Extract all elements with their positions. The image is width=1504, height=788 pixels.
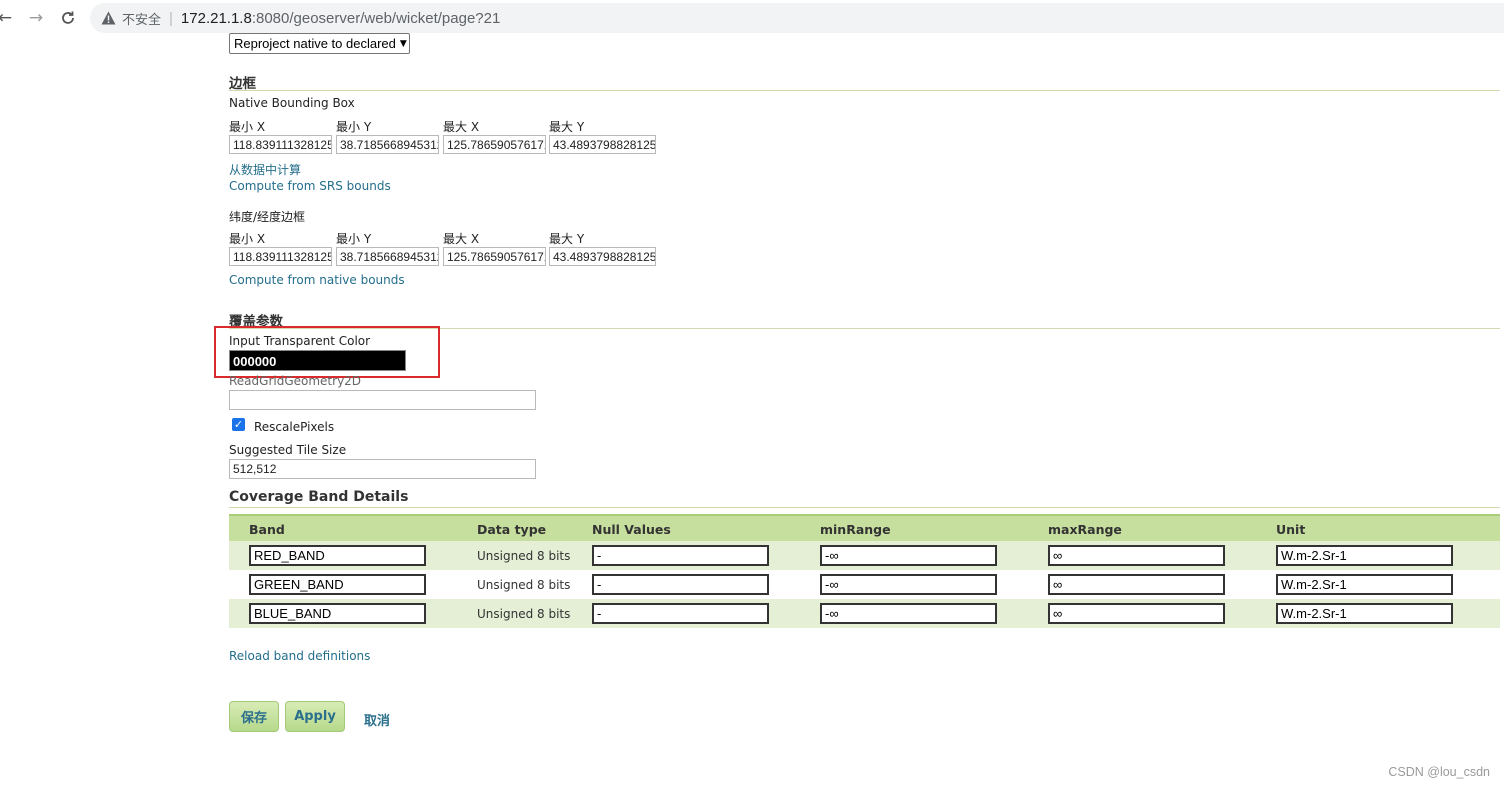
band-details-divider [229, 507, 1500, 508]
check-icon: ✓ [233, 418, 244, 431]
header-data-type: Data type [477, 522, 547, 537]
native-maxy-label: 最大 Y [549, 120, 585, 134]
data-type-cell: Unsigned 8 bits [477, 578, 571, 592]
table-row: RED_BAND Unsigned 8 bits - -∞ ∞ W.m-2.Sr… [229, 541, 1500, 570]
apply-button[interactable]: Apply [285, 701, 345, 732]
native-maxy-input[interactable]: 43.4893798828125 [549, 135, 656, 154]
url-text: 172.21.1.8:8080/geoserver/web/wicket/pag… [180, 9, 501, 27]
save-button[interactable]: 保存 [229, 701, 279, 732]
latlon-maxy-label: 最大 Y [549, 232, 585, 246]
header-band: Band [249, 522, 285, 537]
header-max-range: maxRange [1048, 522, 1122, 537]
header-unit: Unit [1276, 522, 1306, 537]
table-row: GREEN_BAND Unsigned 8 bits - -∞ ∞ W.m-2.… [229, 570, 1500, 599]
data-type-cell: Unsigned 8 bits [477, 549, 571, 563]
native-bbox-label: Native Bounding Box [229, 96, 355, 110]
latlon-miny-label: 最小 Y [336, 232, 372, 246]
band-name-input[interactable]: GREEN_BAND [249, 574, 426, 595]
unit-input[interactable]: W.m-2.Sr-1 [1276, 545, 1453, 566]
latlon-bbox-label: 纬度/经度边框 [229, 210, 306, 224]
latlon-maxx-input[interactable]: 125.7865905761719 [443, 247, 546, 266]
compute-from-data-link[interactable]: 从数据中计算 [229, 161, 301, 178]
warning-icon[interactable] [100, 10, 116, 26]
null-values-input[interactable]: - [592, 574, 769, 595]
watermark: CSDN @lou_csdn [1388, 765, 1490, 779]
native-maxx-label: 最大 X [443, 120, 480, 134]
max-range-input[interactable]: ∞ [1048, 574, 1225, 595]
compute-from-native-link[interactable]: Compute from native bounds [229, 273, 405, 287]
header-null-values: Null Values [592, 522, 671, 537]
min-range-input[interactable]: -∞ [820, 545, 997, 566]
srs-handling-select[interactable]: Reproject native to declared ▼ [229, 33, 410, 54]
latlon-maxy-input[interactable]: 43.4893798828125 [549, 247, 656, 266]
bounds-heading: 边框 [229, 76, 256, 92]
header-min-range: minRange [820, 522, 891, 537]
reload-band-definitions-link[interactable]: Reload band definitions [229, 649, 370, 663]
native-miny-label: 最小 Y [336, 120, 372, 134]
latlon-maxx-label: 最大 X [443, 232, 480, 246]
null-values-input[interactable]: - [592, 545, 769, 566]
data-type-cell: Unsigned 8 bits [477, 607, 571, 621]
cancel-link[interactable]: 取消 [364, 710, 390, 729]
latlon-minx-label: 最小 X [229, 232, 266, 246]
rescale-label: RescalePixels [254, 420, 335, 434]
tile-size-label: Suggested Tile Size [229, 443, 347, 457]
max-range-input[interactable]: ∞ [1048, 603, 1225, 624]
table-row: BLUE_BAND Unsigned 8 bits - -∞ ∞ W.m-2.S… [229, 599, 1500, 628]
latlon-miny-input[interactable]: 38.7185668945312 [336, 247, 439, 266]
forward-arrow-icon[interactable]: → [25, 7, 47, 29]
readgrid-label: ReadGridGeometry2D [229, 374, 362, 388]
band-name-input[interactable]: BLUE_BAND [249, 603, 426, 624]
unit-input[interactable]: W.m-2.Sr-1 [1276, 603, 1453, 624]
unit-input[interactable]: W.m-2.Sr-1 [1276, 574, 1453, 595]
reload-icon[interactable] [57, 7, 79, 29]
null-values-input[interactable]: - [592, 603, 769, 624]
min-range-input[interactable]: -∞ [820, 603, 997, 624]
highlight-box [214, 326, 440, 378]
browser-toolbar: ← → 不安全 | 172.21.1.8:8080/geoserver/web/… [0, 0, 1504, 36]
max-range-input[interactable]: ∞ [1048, 545, 1225, 566]
address-bar[interactable]: 不安全 | 172.21.1.8:8080/geoserver/web/wick… [90, 3, 1504, 33]
bounds-divider [229, 90, 1500, 91]
min-range-input[interactable]: -∞ [820, 574, 997, 595]
url-separator: | [169, 9, 173, 27]
readgrid-input[interactable] [229, 390, 536, 410]
chevron-down-icon: ▼ [399, 38, 407, 49]
band-table-header: Band Data type Null Values minRange maxR… [229, 514, 1500, 541]
tile-size-input[interactable]: 512,512 [229, 459, 536, 479]
latlon-minx-input[interactable]: 118.8391113281250 [229, 247, 332, 266]
band-table: Band Data type Null Values minRange maxR… [229, 514, 1500, 628]
band-name-input[interactable]: RED_BAND [249, 545, 426, 566]
compute-from-srs-link[interactable]: Compute from SRS bounds [229, 179, 391, 193]
rescale-checkbox[interactable]: ✓ [232, 418, 245, 431]
native-minx-input[interactable]: 118.8391113281250 [229, 135, 332, 154]
band-details-heading: Coverage Band Details [229, 489, 409, 505]
native-minx-label: 最小 X [229, 120, 266, 134]
native-miny-input[interactable]: 38.7185668945312 [336, 135, 439, 154]
insecure-label: 不安全 [122, 12, 162, 28]
back-arrow-icon[interactable]: ← [0, 7, 16, 29]
native-maxx-input[interactable]: 125.7865905761719 [443, 135, 546, 154]
